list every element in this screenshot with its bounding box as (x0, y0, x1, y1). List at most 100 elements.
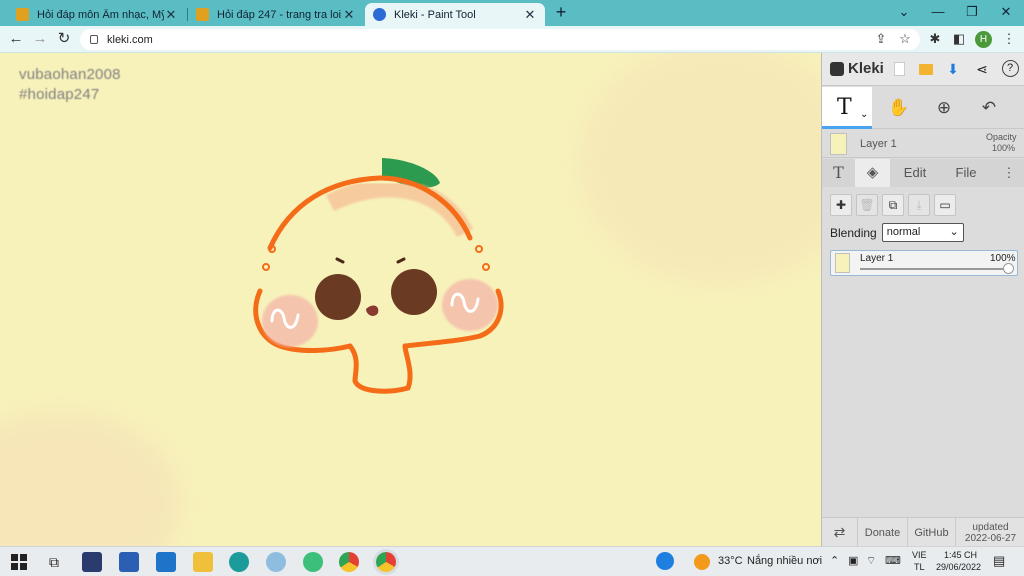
new-image-icon[interactable] (889, 59, 909, 79)
panel-header: Kleki ⬇ ⋖ ? (822, 53, 1024, 86)
kleki-side-panel: Kleki ⬇ ⋖ ? T ⌄ ✋ ⊕ ↶ Layer 1 Opacity 100… (821, 53, 1024, 547)
browser-tab-strip: Hỏi đáp môn Âm nhạc, Mỹ thuật ✕ Hỏi đáp … (0, 0, 1024, 26)
tab-file[interactable]: File (940, 159, 992, 187)
share-icon[interactable]: ⋖ (972, 59, 992, 79)
merge-down-button[interactable]: ⤓ (908, 194, 930, 216)
edge-icon[interactable] (229, 552, 249, 572)
blush-right (442, 279, 498, 331)
more-menu-icon[interactable]: ⋮ (994, 159, 1024, 187)
task-view-icon[interactable]: ⧉ (44, 552, 64, 572)
paint-icon[interactable] (266, 552, 286, 572)
layers-icon: ◈ (866, 164, 879, 181)
kleki-icon (373, 8, 386, 21)
minimize-icon[interactable]: — (928, 3, 948, 23)
extensions-icon[interactable]: ✱ (927, 31, 943, 47)
tab-hoidap-247[interactable]: Hỏi đáp 247 - trang tra loi ✕ (188, 3, 364, 26)
layer-opacity-slider[interactable] (860, 268, 1010, 270)
file-explorer-icon[interactable] (193, 552, 213, 572)
clock-date[interactable]: 29/06/2022 (936, 562, 981, 572)
chrome-icon[interactable] (339, 552, 359, 572)
tab-title: Hỏi đáp 247 - trang tra loi (217, 8, 342, 21)
tab-search-icon[interactable]: ⌄ (894, 3, 914, 23)
mouth (366, 305, 379, 316)
kleki-icon (830, 61, 844, 76)
layer-opacity: 100% (990, 253, 1016, 264)
tab-edit[interactable]: Edit (890, 159, 940, 187)
wifi-icon[interactable]: ⌔ (866, 554, 876, 568)
tab-hoidap-am-nhac[interactable]: Hỏi đáp môn Âm nhạc, Mỹ thuật ✕ (8, 3, 186, 26)
weather-text[interactable]: Nắng nhiều nơi (747, 555, 822, 567)
head-shading (325, 179, 474, 238)
delete-layer-button[interactable]: 🗑 (856, 194, 878, 216)
download-icon[interactable]: ⬇ (943, 59, 963, 79)
zoom-icon[interactable]: ⊕ (929, 93, 959, 123)
restore-icon[interactable]: ❐ (962, 3, 982, 23)
layer-card[interactable]: Layer 1 100% (830, 250, 1018, 276)
bookmark-star-icon[interactable]: ☆ (897, 31, 913, 47)
address-bar-row: ← → ↻ kleki.com ⇪ ☆ ✱ ◧ H ⋮ (0, 26, 1024, 53)
opacity-label: Opacity (986, 132, 1017, 142)
github-link[interactable]: GitHub (908, 518, 956, 547)
drawing-canvas[interactable]: vubaohan2008 #hoidap247 (0, 53, 821, 546)
open-folder-icon[interactable] (916, 59, 936, 79)
tab-text[interactable]: T (822, 159, 855, 187)
rename-layer-button[interactable]: ▭ (934, 194, 956, 216)
side-panel-icon[interactable]: ◧ (951, 31, 967, 47)
duplicate-layer-button[interactable]: ⧉ (882, 194, 904, 216)
layer-thumbnail (830, 133, 847, 155)
app-icon[interactable] (303, 552, 323, 572)
chevron-down-icon[interactable]: ⌄ (860, 109, 868, 120)
chrome-active-icon[interactable] (376, 552, 396, 572)
url-field[interactable]: kleki.com (80, 29, 920, 50)
language-top[interactable]: VIE (912, 550, 927, 560)
layer-thumbnail (835, 253, 850, 273)
word-icon[interactable] (119, 552, 139, 572)
hoidap247-icon (16, 8, 29, 21)
menu-icon[interactable]: ⋮ (1001, 31, 1017, 47)
weather-temp[interactable]: 33°C (718, 555, 743, 567)
back-icon[interactable]: ← (7, 30, 25, 48)
close-icon[interactable]: ✕ (164, 7, 178, 23)
updated-date: 2022-06-27 (964, 532, 1017, 544)
zoom-app-icon[interactable] (82, 552, 102, 572)
notification-icon[interactable]: ▤ (993, 553, 1005, 569)
drawing-artwork (0, 53, 821, 546)
help-icon[interactable]: ? (1000, 59, 1020, 79)
close-icon[interactable]: ✕ (342, 7, 356, 23)
forward-icon[interactable]: → (31, 30, 49, 48)
close-icon[interactable]: ✕ (523, 7, 537, 23)
tab-title: Hỏi đáp môn Âm nhạc, Mỹ thuật (37, 8, 164, 21)
chevron-up-icon[interactable]: ⌃ (830, 554, 839, 567)
tab-layers[interactable]: ◈ (855, 159, 890, 187)
text-tool-button[interactable]: T ⌄ (822, 87, 872, 129)
tab-kleki[interactable]: Kleki - Paint Tool ✕ (365, 3, 545, 26)
help-app-icon[interactable] (656, 552, 674, 570)
eyebrow-right (396, 257, 406, 264)
slider-handle[interactable] (1003, 263, 1014, 274)
opacity-value: 100% (992, 143, 1016, 153)
layer-name: Layer 1 (860, 253, 894, 264)
donate-link[interactable]: Donate (858, 518, 908, 547)
mail-icon[interactable] (156, 552, 176, 572)
blending-select[interactable]: normal ⌄ (881, 223, 964, 242)
keyboard-icon[interactable]: ⌨ (885, 554, 901, 567)
panel-footer: ⇄ Donate GitHub updated 2022-06-27 (822, 517, 1024, 547)
new-tab-button[interactable]: + (552, 3, 570, 22)
tab-title: Kleki - Paint Tool (394, 8, 476, 21)
windows-start-icon[interactable] (9, 552, 29, 572)
close-window-icon[interactable]: ✕ (996, 3, 1016, 23)
reload-icon[interactable]: ↻ (55, 30, 73, 48)
chevron-down-icon: ⌄ (949, 226, 959, 238)
hand-tool-icon[interactable]: ✋ (884, 93, 914, 123)
clock-time[interactable]: 1:45 CH (944, 550, 977, 560)
undo-redo-icon[interactable]: ↶ (974, 93, 1004, 123)
share-icon[interactable]: ⇪ (873, 31, 889, 47)
blending-value: normal (886, 226, 921, 238)
lock-icon (90, 35, 98, 44)
tray-icon[interactable]: ▣ (848, 554, 858, 567)
swap-side-icon[interactable]: ⇄ (822, 518, 858, 547)
language-bottom[interactable]: TL (914, 562, 925, 572)
avatar[interactable]: H (975, 31, 992, 48)
kleki-logo[interactable]: Kleki (830, 60, 884, 77)
add-layer-button[interactable]: ✚ (830, 194, 852, 216)
